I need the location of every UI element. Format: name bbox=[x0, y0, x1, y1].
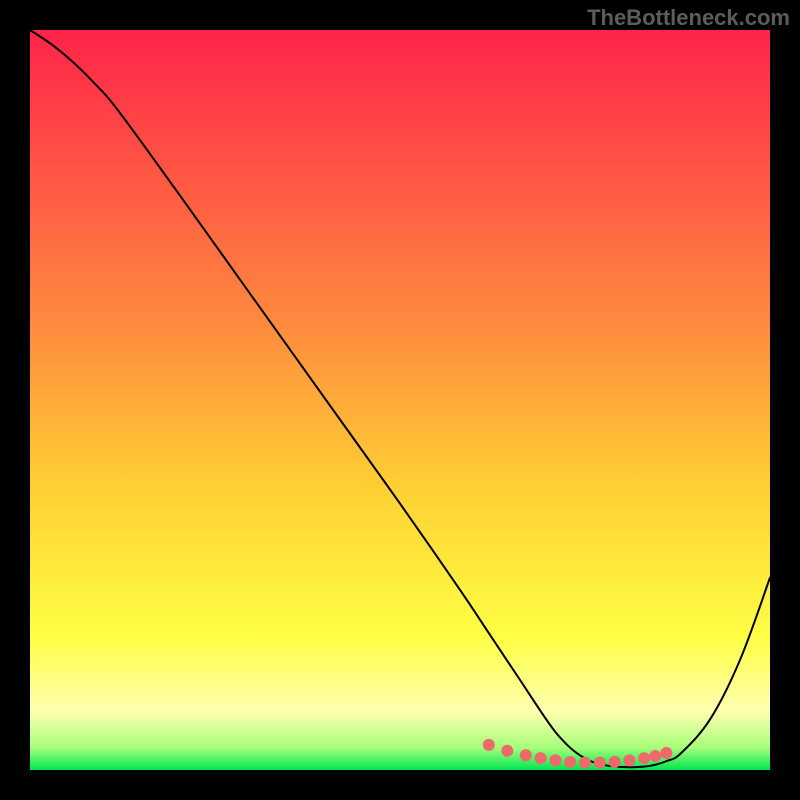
dot bbox=[579, 757, 591, 769]
dot bbox=[594, 757, 606, 769]
dot bbox=[564, 756, 576, 768]
chart-svg bbox=[30, 30, 770, 770]
dot bbox=[649, 750, 661, 762]
dot bbox=[549, 754, 561, 766]
dot bbox=[638, 752, 650, 764]
dot bbox=[660, 747, 672, 759]
dot bbox=[609, 756, 621, 768]
dot bbox=[623, 754, 635, 766]
watermark-text: TheBottleneck.com bbox=[587, 5, 790, 31]
dot bbox=[501, 745, 513, 757]
dot bbox=[535, 752, 547, 764]
plot-area bbox=[30, 30, 770, 770]
dot bbox=[483, 739, 495, 751]
dot bbox=[520, 749, 532, 761]
chart-root: TheBottleneck.com bbox=[0, 0, 800, 800]
